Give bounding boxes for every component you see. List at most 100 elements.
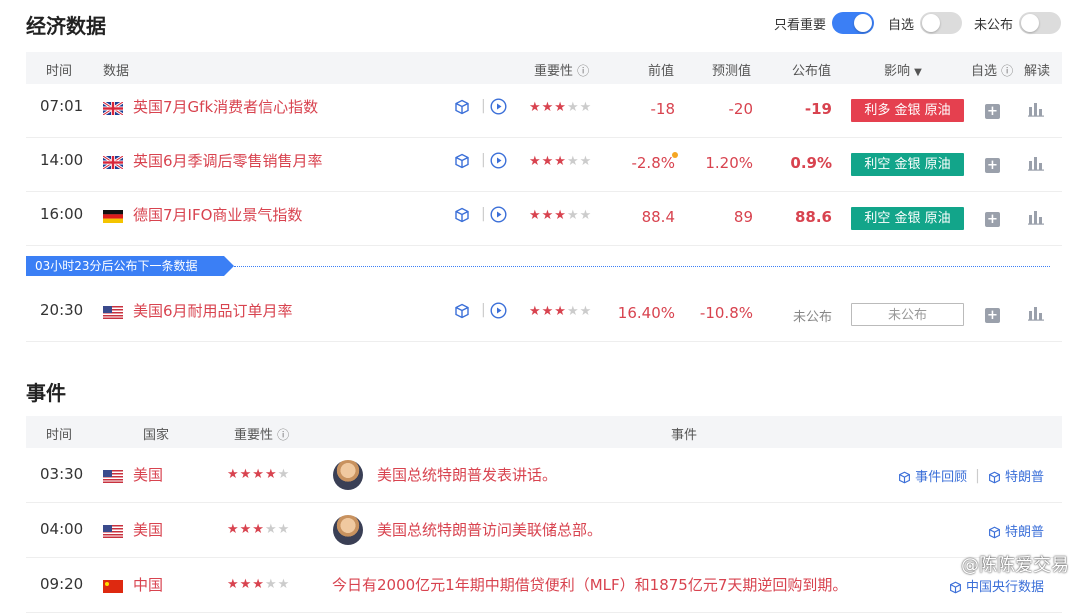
indicator-name-link[interactable]: 英国6月季调后零售销售月率 — [133, 150, 323, 171]
add-watchlist-button[interactable]: + — [985, 308, 1000, 323]
data-row: 14:00 英国6月季调后零售销售月率 | ★★★★★ -2.8% 1.20% 0.9% 利空… — [26, 138, 1062, 192]
col-previous: 前值 — [648, 64, 675, 79]
flag-uk-icon — [103, 100, 123, 116]
event-tag-link[interactable]: 特朗普 — [988, 521, 1044, 540]
flag-us-icon — [103, 468, 123, 484]
indicator-name-link[interactable]: 德国7月IFO商业景气指数 — [133, 204, 302, 225]
country-name: 美国 — [133, 466, 164, 484]
flag-uk-icon — [103, 154, 123, 170]
col-importance: 重要性 ⓘ — [534, 64, 590, 79]
divider: | — [481, 206, 486, 222]
info-icon: ⓘ — [577, 64, 590, 78]
event-links: 事件回顾 | 特朗普 — [898, 466, 1044, 485]
event-text: 今日有2000亿元1年期中期借贷便利（MLF）和1875亿元7天期逆回购到期。 — [332, 576, 848, 594]
col-time: 时间 — [46, 64, 73, 79]
play-icon[interactable] — [490, 98, 507, 115]
cube-icon[interactable] — [454, 207, 470, 223]
event-tag-link[interactable]: 事件回顾 — [898, 466, 967, 485]
importance-stars: ★★★★★ — [529, 154, 593, 169]
actual-value: 88.6 — [794, 208, 832, 226]
impact-badge: 利空 金银 原油 — [851, 153, 964, 176]
data-row: 07:01 英国7月Gfk消费者信心指数 | ★★★★★ -18 -20 -19 利多 金银 … — [26, 84, 1062, 138]
impact-badge: 利空 金银 原油 — [851, 207, 964, 230]
banner-dotted-line — [234, 266, 1050, 267]
bar-chart-icon[interactable] — [1028, 155, 1044, 171]
economic-data-title: 经济数据 — [26, 14, 106, 38]
caret-down-icon: ▼ — [914, 67, 922, 78]
info-icon: ⓘ — [277, 428, 290, 442]
toggle-label: 自选 — [888, 17, 915, 33]
forecast-value: 89 — [733, 208, 753, 226]
data-row: 20:30 美国6月耐用品订单月率 | ★★★★★ 16.40% -10.8% 未公布 未公布… — [26, 288, 1062, 342]
bar-chart-icon[interactable] — [1028, 209, 1044, 225]
row-time: 14:00 — [40, 151, 84, 169]
indicator-name-link[interactable]: 美国6月耐用品订单月率 — [133, 300, 293, 321]
flag-de-icon — [103, 208, 123, 224]
col-time: 时间 — [46, 428, 73, 443]
importance-stars: ★★★★★ — [227, 577, 291, 592]
toggle-switch[interactable] — [1019, 12, 1062, 34]
toggle-unpublished[interactable]: 未公布 — [974, 12, 1062, 34]
country-name: 中国 — [133, 576, 164, 594]
add-watchlist-button[interactable]: + — [985, 104, 1000, 119]
col-data: 数据 — [103, 64, 130, 79]
play-icon[interactable] — [490, 206, 507, 223]
cube-icon[interactable] — [454, 303, 470, 319]
actual-value: 未公布 — [792, 310, 832, 325]
add-watchlist-button[interactable]: + — [985, 158, 1000, 173]
toggle-switch[interactable] — [832, 12, 875, 34]
col-watch: 自选 ⓘ — [971, 64, 1014, 79]
col-importance: 重要性 ⓘ — [234, 428, 290, 443]
forecast-value: 1.20% — [705, 154, 753, 172]
divider: | — [975, 467, 980, 484]
bar-chart-icon[interactable] — [1028, 101, 1044, 117]
actual-value: -19 — [804, 100, 832, 118]
row-time: 07:01 — [40, 97, 84, 115]
flag-us-icon — [103, 304, 123, 320]
event-tag-link[interactable]: 中国央行数据 — [949, 576, 1044, 595]
toggle-important-only[interactable]: 只看重要 — [774, 12, 875, 34]
previous-value: 16.40% — [617, 304, 675, 322]
banner-arrow — [224, 256, 234, 276]
event-tag-link[interactable]: 特朗普 — [988, 466, 1044, 485]
row-time: 20:30 — [40, 301, 84, 319]
play-icon[interactable] — [490, 152, 507, 169]
flag-cn-icon — [103, 578, 123, 594]
avatar — [333, 515, 363, 545]
col-actual: 公布值 — [792, 64, 832, 79]
toggle-switch[interactable] — [920, 12, 963, 34]
event-links: 特朗普 — [988, 521, 1044, 540]
event-text: 美国总统特朗普访问美联储总部。 — [377, 521, 603, 539]
event-links: 中国央行数据 — [949, 576, 1044, 595]
impact-badge: 利多 金银 原油 — [851, 99, 964, 122]
cube-icon[interactable] — [454, 153, 470, 169]
play-icon[interactable] — [490, 302, 507, 319]
divider: | — [481, 98, 486, 114]
events-table-header: 时间 国家 重要性 ⓘ 事件 — [26, 416, 1062, 448]
col-analysis: 解读 — [1024, 64, 1051, 79]
avatar — [333, 460, 363, 490]
importance-stars: ★★★★★ — [227, 467, 291, 482]
forecast-value: -20 — [728, 100, 754, 118]
data-table-header: 时间 数据 重要性 ⓘ 前值 预测值 公布值 影响 ▼ 自选 ⓘ 解读 — [26, 52, 1062, 84]
add-watchlist-button[interactable]: + — [985, 212, 1000, 227]
previous-value: 88.4 — [641, 208, 675, 226]
event-text: 美国总统特朗普发表讲话。 — [377, 466, 558, 484]
col-forecast: 预测值 — [712, 64, 752, 79]
divider: | — [481, 302, 486, 318]
bar-chart-icon[interactable] — [1028, 305, 1044, 321]
row-time: 09:20 — [40, 575, 84, 593]
indicator-name-link[interactable]: 英国7月Gfk消费者信心指数 — [133, 96, 318, 117]
row-time: 16:00 — [40, 205, 84, 223]
toggle-watchlist[interactable]: 自选 — [888, 12, 963, 34]
previous-value: -2.8% — [631, 154, 675, 172]
importance-stars: ★★★★★ — [529, 208, 593, 223]
cube-icon[interactable] — [454, 99, 470, 115]
actual-value: 0.9% — [790, 154, 832, 172]
info-icon: ⓘ — [1001, 64, 1014, 78]
col-impact[interactable]: 影响 ▼ — [884, 60, 922, 79]
col-event: 事件 — [671, 428, 698, 443]
events-title: 事件 — [26, 381, 66, 405]
country-name: 美国 — [133, 521, 164, 539]
data-row: 16:00 德国7月IFO商业景气指数 | ★★★★★ 88.4 89 88.6 利空 金银 … — [26, 192, 1062, 246]
